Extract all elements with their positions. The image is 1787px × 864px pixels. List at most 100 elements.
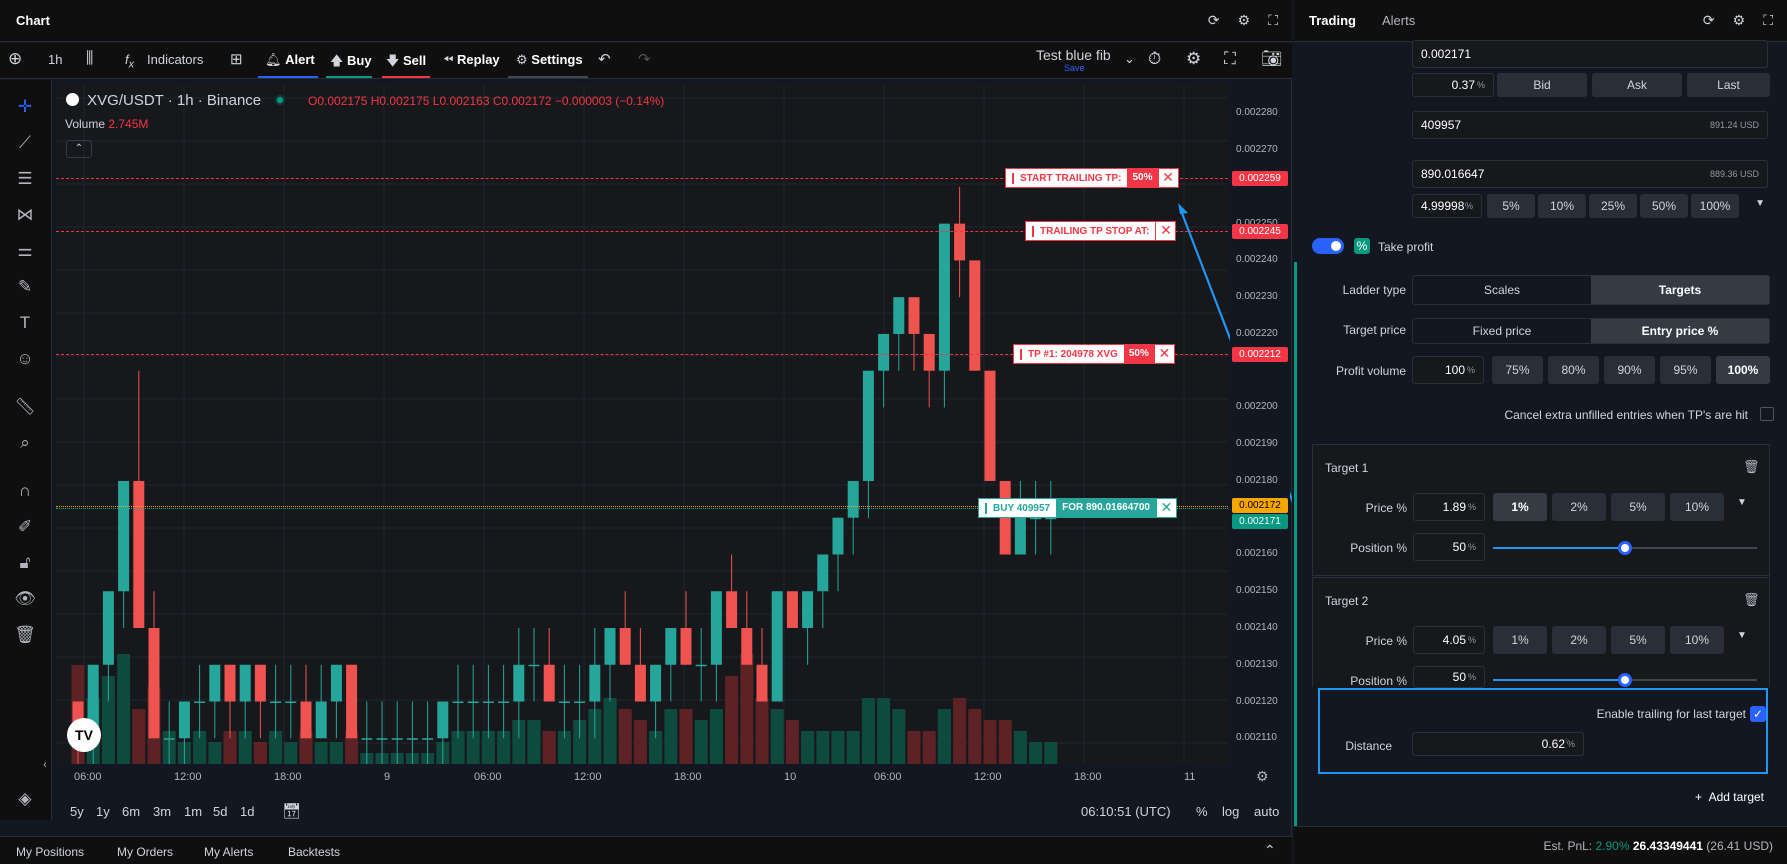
target-2-position-slider[interactable] — [1493, 673, 1757, 687]
distance-input[interactable]: 0.62% — [1412, 732, 1584, 756]
profit-80-button[interactable]: 80% — [1548, 356, 1599, 384]
price-axis-label: 0.002110 — [1236, 732, 1277, 744]
slider-handle[interactable] — [1618, 541, 1632, 555]
price-axis-label: 0.002220 — [1236, 327, 1278, 339]
target-1-2pct-button[interactable]: 2% — [1552, 493, 1606, 521]
range-1y[interactable]: 1y — [96, 804, 110, 819]
expand-icon[interactable]: ⛶ — [1763, 12, 1773, 29]
tab-backtests[interactable]: Backtests — [288, 845, 340, 859]
pct-5-button[interactable]: 5% — [1487, 194, 1535, 218]
pct-50-button[interactable]: 50% — [1640, 194, 1688, 218]
bottom-tabs: My Positions My Orders My Alerts Backtes… — [0, 836, 1292, 864]
trailing-highlight-box: Enable trailing for last target ✓ Distan… — [1318, 688, 1768, 774]
tradingview-logo[interactable]: TV — [67, 718, 101, 752]
caret-down-icon[interactable]: ▼ — [1749, 198, 1765, 209]
calendar-icon[interactable]: 📅︎ — [282, 802, 301, 820]
clock[interactable]: 06:10:51 (UTC) — [1081, 804, 1171, 819]
auto-scale-toggle[interactable]: auto — [1254, 804, 1279, 819]
price-axis-label: 0.002160 — [1236, 548, 1278, 560]
time-label: 10 — [784, 771, 797, 783]
annotation-arrow — [1178, 203, 1292, 504]
total-input[interactable]: 890.016647 889.36 USD — [1412, 160, 1768, 188]
profit-volume-input[interactable]: 100% — [1412, 356, 1484, 384]
total-pct-input[interactable]: 4.99998% — [1412, 194, 1482, 218]
ladder-type-label: Ladder type — [1342, 283, 1406, 297]
target-2-10pct-button[interactable]: 10% — [1670, 626, 1724, 654]
slider-handle[interactable] — [1618, 673, 1632, 687]
price-axis[interactable]: 0.0022800.0022700.0022500.0022400.002230… — [1230, 84, 1290, 764]
log-scale-toggle[interactable]: log — [1222, 804, 1239, 819]
target-1-1pct-button[interactable]: 1% — [1493, 493, 1547, 521]
price-pct-input[interactable]: 0.37% — [1412, 73, 1494, 97]
cancel-extra-label: Cancel extra unfilled entries when TP's … — [1504, 408, 1748, 422]
trash-icon[interactable]: 🗑︎ — [1743, 459, 1760, 475]
target-2-5pct-button[interactable]: 5% — [1611, 626, 1665, 654]
range-6m[interactable]: 6m — [122, 804, 140, 819]
trash-icon[interactable]: 🗑︎ — [1743, 592, 1760, 608]
price-input[interactable]: 0.002171 — [1412, 40, 1768, 68]
cancel-extra-checkbox[interactable] — [1760, 407, 1774, 421]
price-axis-label: 0.002130 — [1236, 658, 1278, 670]
price-axis-label: 0.002150 — [1236, 585, 1278, 597]
take-profit-toggle[interactable] — [1312, 238, 1344, 254]
distance-label: Distance — [1345, 739, 1392, 753]
profit-90-button[interactable]: 90% — [1604, 356, 1655, 384]
pct-10-button[interactable]: 10% — [1538, 194, 1586, 218]
target-2-1pct-button[interactable]: 1% — [1493, 626, 1547, 654]
bid-button[interactable]: Bid — [1497, 73, 1587, 97]
add-target-button[interactable]: + Add target — [1684, 790, 1764, 804]
price-axis-label: 0.002270 — [1236, 144, 1278, 156]
pct-25-button[interactable]: 25% — [1589, 194, 1637, 218]
tab-trading[interactable]: Trading — [1309, 13, 1356, 28]
time-label: 06:00 — [474, 771, 502, 783]
range-5y[interactable]: 5y — [70, 804, 84, 819]
tab-my-positions[interactable]: My Positions — [16, 845, 84, 859]
target-1-card: Target 1 🗑︎ Price % 1.89% 1% 2% 5% 10% ▼… — [1312, 444, 1770, 576]
profit-95-button[interactable]: 95% — [1660, 356, 1711, 384]
entry-price-pct-option[interactable]: Entry price % — [1591, 319, 1769, 343]
target-1-5pct-button[interactable]: 5% — [1611, 493, 1665, 521]
side-indicator — [1294, 262, 1297, 862]
last-button[interactable]: Last — [1687, 73, 1770, 97]
target-2-2pct-button[interactable]: 2% — [1552, 626, 1606, 654]
ask-button[interactable]: Ask — [1592, 73, 1682, 97]
target-2-position-input[interactable]: 50% — [1413, 666, 1485, 688]
target-2-price-input[interactable]: 4.05% — [1413, 626, 1485, 654]
price-axis-label: 0.002180 — [1236, 474, 1278, 486]
last-price-tag: 0.002172 — [1232, 498, 1288, 513]
target-1-price-input[interactable]: 1.89% — [1413, 493, 1485, 521]
profit-75-button[interactable]: 75% — [1492, 356, 1543, 384]
tab-my-alerts[interactable]: My Alerts — [204, 845, 253, 859]
axis-settings-icon[interactable]: ⚙ — [1256, 768, 1269, 785]
caret-down-icon[interactable]: ▼ — [1737, 497, 1747, 508]
caret-down-icon[interactable]: ▼ — [1737, 630, 1747, 641]
target-1-position-input[interactable]: 50% — [1413, 533, 1485, 561]
fixed-price-option[interactable]: Fixed price — [1413, 319, 1591, 343]
range-1d[interactable]: 1d — [240, 804, 254, 819]
trading-header: Trading Alerts ⟳ ⚙ ⛶ — [1294, 0, 1787, 42]
refresh-icon[interactable]: ⟳ — [1703, 12, 1715, 29]
range-5d[interactable]: 5d — [213, 804, 227, 819]
price-axis-label: 0.002140 — [1236, 622, 1278, 633]
ladder-targets-option[interactable]: Targets — [1591, 276, 1769, 304]
target-1-10pct-button[interactable]: 10% — [1670, 493, 1724, 521]
time-label: 06:00 — [74, 771, 102, 783]
pct-100-button[interactable]: 100% — [1691, 194, 1739, 218]
expand-panel-icon[interactable]: ⌃ — [1264, 842, 1276, 859]
percent-scale-toggle[interactable]: % — [1196, 804, 1208, 819]
trailing-stop-price-tag: 0.002245 — [1232, 224, 1288, 239]
ladder-scales-option[interactable]: Scales — [1413, 276, 1591, 304]
target-price-selector: Fixed price Entry price % — [1412, 318, 1770, 344]
target-1-position-slider[interactable] — [1493, 541, 1757, 555]
time-axis[interactable]: 06:00 12:00 18:00 9 06:00 12:00 18:00 10… — [56, 764, 1290, 790]
tab-alerts[interactable]: Alerts — [1382, 13, 1415, 28]
tab-my-orders[interactable]: My Orders — [117, 845, 173, 859]
amount-input[interactable]: 409957 891.24 USD — [1412, 111, 1768, 139]
enable-trailing-checkbox[interactable]: ✓ — [1750, 706, 1766, 722]
gear-icon[interactable]: ⚙ — [1733, 12, 1746, 29]
range-3m[interactable]: 3m — [153, 804, 171, 819]
time-label: 18:00 — [1074, 771, 1102, 783]
range-1m[interactable]: 1m — [184, 804, 202, 819]
target-2-price-label: Price % — [1365, 634, 1407, 648]
profit-100-button[interactable]: 100% — [1716, 356, 1770, 384]
